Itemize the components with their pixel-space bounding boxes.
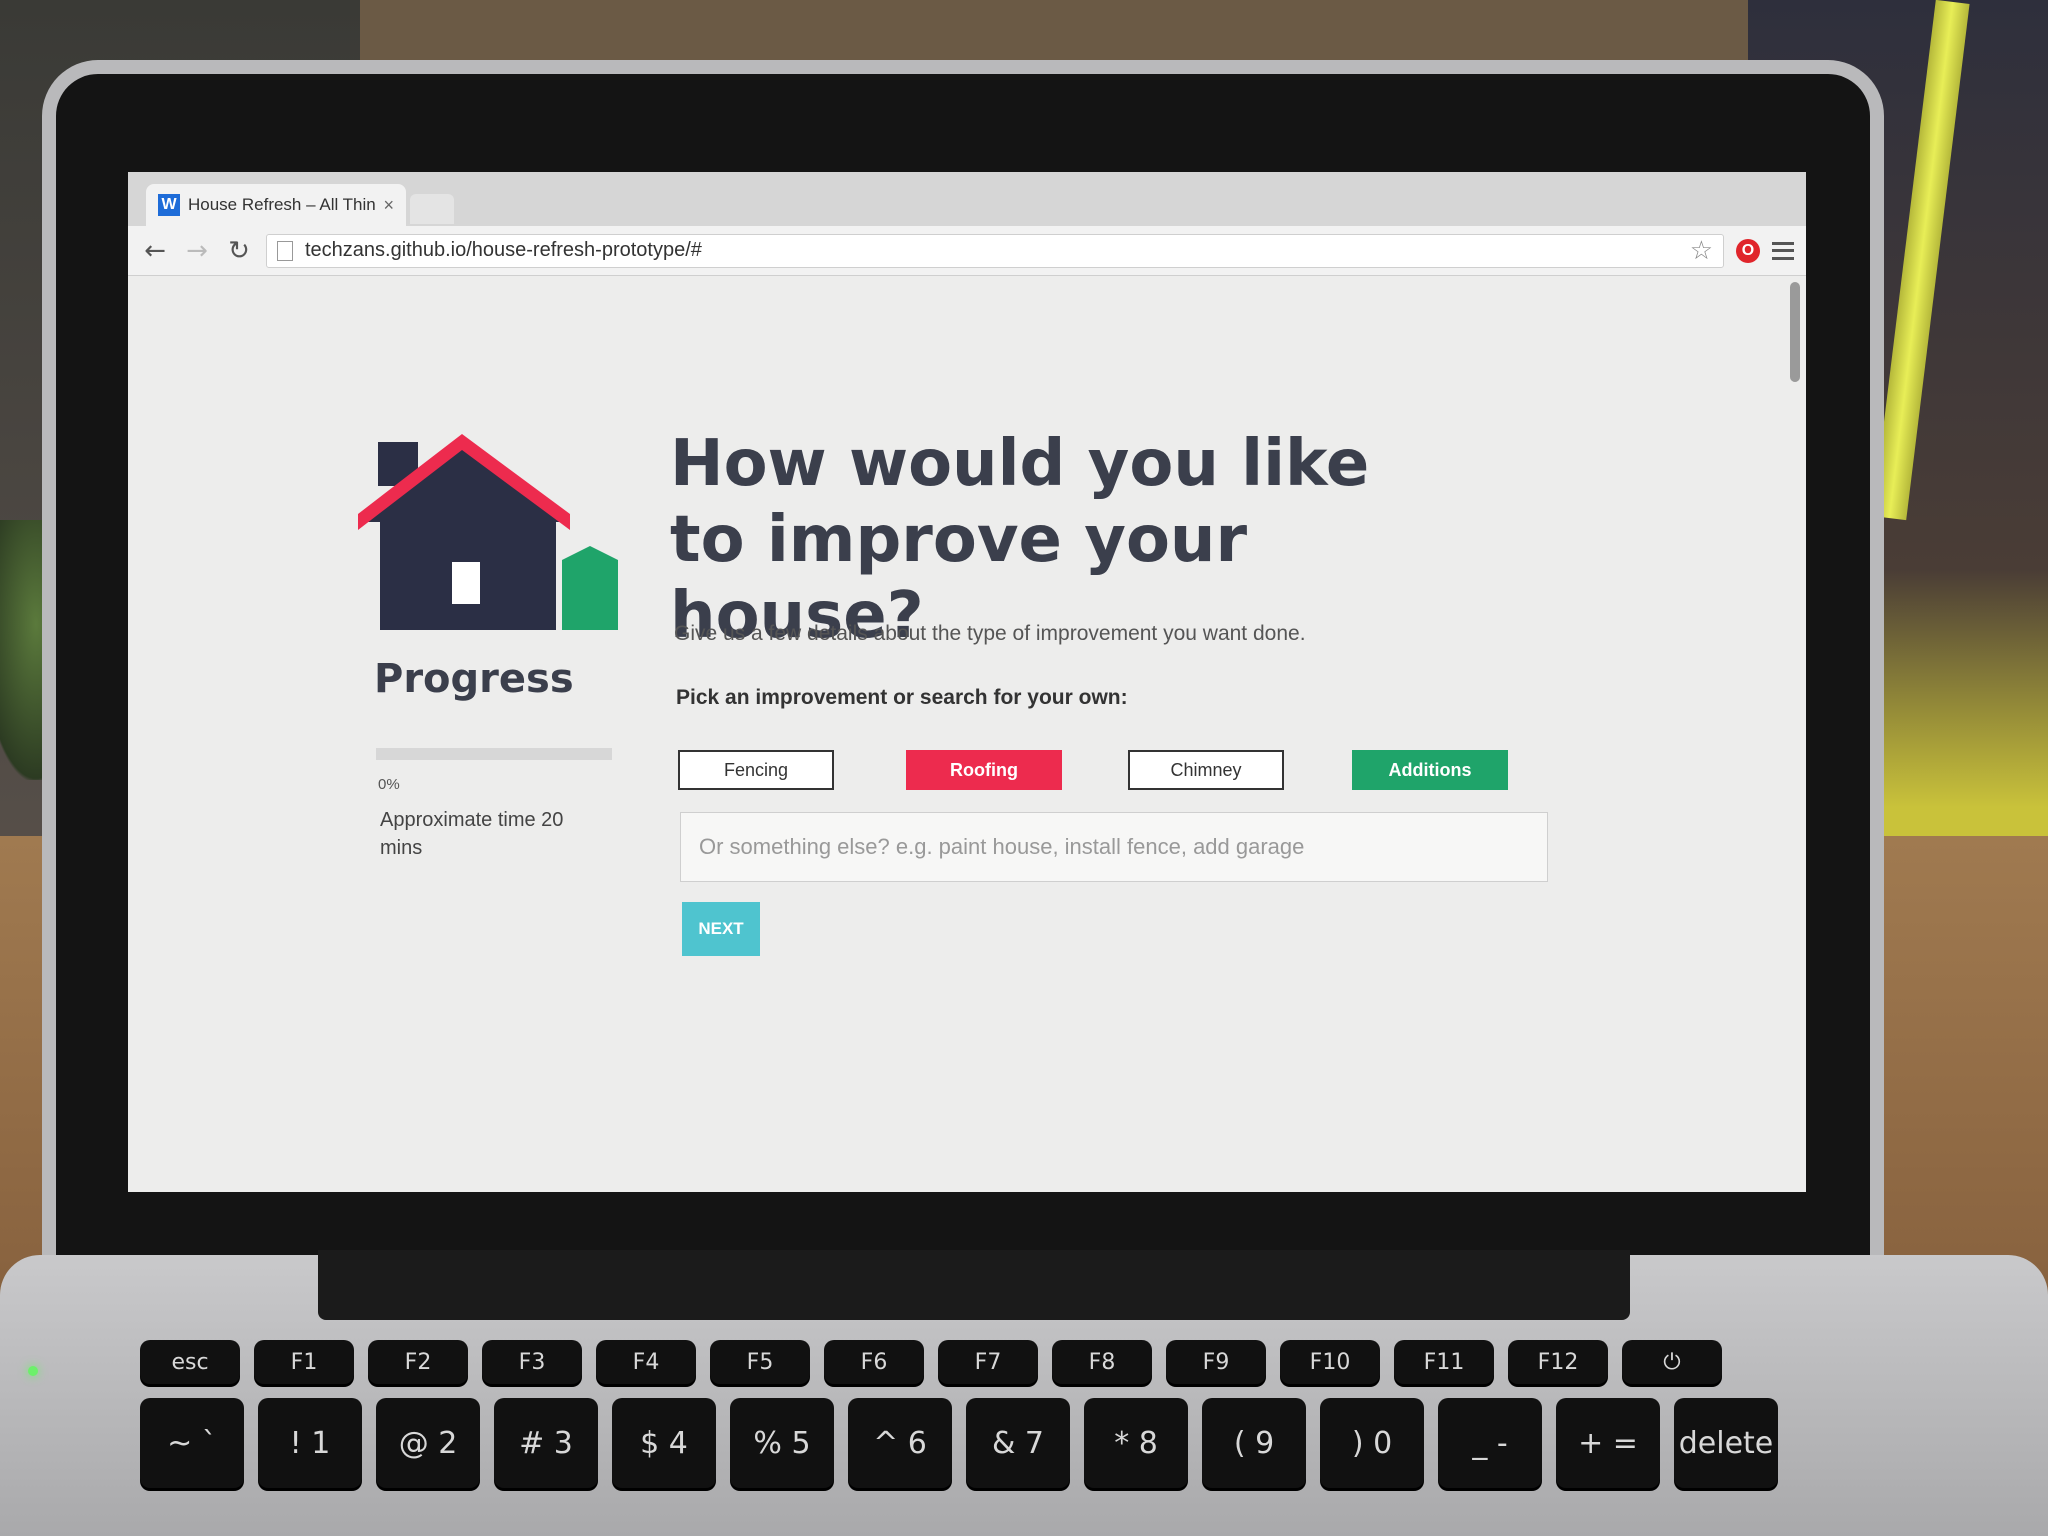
- option-fencing-button[interactable]: Fencing: [678, 750, 834, 790]
- key[interactable]: F12: [1508, 1340, 1608, 1384]
- bookmark-star-icon[interactable]: ☆: [1690, 235, 1713, 266]
- key[interactable]: F4: [596, 1340, 696, 1384]
- browser-tab[interactable]: W House Refresh – All Thing ×: [146, 184, 406, 226]
- key[interactable]: F9: [1166, 1340, 1266, 1384]
- pick-improvement-label: Pick an improvement or search for your o…: [676, 686, 1128, 709]
- power-key[interactable]: ⏻: [1622, 1340, 1722, 1384]
- page-subtitle: Give us a few details about the type of …: [674, 622, 1306, 645]
- next-button[interactable]: NEXT: [682, 902, 760, 956]
- close-tab-icon[interactable]: ×: [383, 195, 394, 216]
- new-tab-button[interactable]: [410, 194, 454, 224]
- key[interactable]: F7: [938, 1340, 1038, 1384]
- opera-extension-icon[interactable]: O: [1736, 238, 1760, 263]
- progress-bar: [376, 748, 612, 760]
- address-bar[interactable]: ☆: [266, 233, 1724, 268]
- browser-toolbar: ← → ↻ ☆ O: [128, 226, 1806, 276]
- key[interactable]: ( 9: [1202, 1398, 1306, 1488]
- option-roofing-button[interactable]: Roofing: [906, 750, 1062, 790]
- progress-title: Progress: [374, 656, 574, 702]
- favicon-icon: W: [158, 194, 180, 216]
- key[interactable]: * 8: [1084, 1398, 1188, 1488]
- keyboard: esc F1 F2 F3 F4 F5 F6 F7 F8 F9 F10 F11 F…: [140, 1340, 1910, 1536]
- key[interactable]: ^ 6: [848, 1398, 952, 1488]
- scrollbar[interactable]: [1790, 282, 1800, 382]
- key[interactable]: ! 1: [258, 1398, 362, 1488]
- option-additions-button[interactable]: Additions: [1352, 750, 1508, 790]
- reload-icon[interactable]: ↻: [224, 236, 254, 266]
- key[interactable]: F5: [710, 1340, 810, 1384]
- key[interactable]: % 5: [730, 1398, 834, 1488]
- key[interactable]: F8: [1052, 1340, 1152, 1384]
- page-content: Progress 0% Approximate time 20 mins How…: [128, 276, 1806, 1192]
- power-led: [28, 1366, 38, 1376]
- key[interactable]: F6: [824, 1340, 924, 1384]
- key[interactable]: & 7: [966, 1398, 1070, 1488]
- hamburger-menu-icon[interactable]: [1772, 241, 1794, 260]
- function-key-row: esc F1 F2 F3 F4 F5 F6 F7 F8 F9 F10 F11 F…: [140, 1340, 1910, 1384]
- browser-tab-bar: W House Refresh – All Thing ×: [128, 172, 1806, 226]
- key[interactable]: $ 4: [612, 1398, 716, 1488]
- back-arrow-icon[interactable]: ←: [140, 236, 170, 266]
- laptop-hinge: [318, 1250, 1630, 1320]
- key[interactable]: + =: [1556, 1398, 1660, 1488]
- key[interactable]: _ -: [1438, 1398, 1542, 1488]
- key[interactable]: F10: [1280, 1340, 1380, 1384]
- key[interactable]: F1: [254, 1340, 354, 1384]
- forward-arrow-icon[interactable]: →: [182, 236, 212, 266]
- page-title: How would you like to improve your house…: [670, 427, 1370, 653]
- key[interactable]: F11: [1394, 1340, 1494, 1384]
- key[interactable]: F2: [368, 1340, 468, 1384]
- key[interactable]: # 3: [494, 1398, 598, 1488]
- key[interactable]: F3: [482, 1340, 582, 1384]
- key[interactable]: ~ `: [140, 1398, 244, 1488]
- key[interactable]: esc: [140, 1340, 240, 1384]
- delete-key[interactable]: delete: [1674, 1398, 1778, 1488]
- progress-percent: 0%: [378, 776, 400, 793]
- page-icon: [277, 240, 293, 261]
- key[interactable]: @ 2: [376, 1398, 480, 1488]
- improvement-search-input[interactable]: [680, 812, 1548, 882]
- url-input[interactable]: [303, 238, 1680, 263]
- laptop-screen: W House Refresh – All Thing × ← → ↻ ☆ O …: [128, 172, 1806, 1192]
- key[interactable]: ) 0: [1320, 1398, 1424, 1488]
- house-logo-icon: [358, 434, 618, 630]
- approximate-time: Approximate time 20 mins: [380, 809, 564, 859]
- number-key-row: ~ ` ! 1 @ 2 # 3 $ 4 % 5 ^ 6 & 7 * 8 ( 9 …: [140, 1398, 1910, 1488]
- tab-title: House Refresh – All Thing: [188, 195, 376, 214]
- option-chimney-button[interactable]: Chimney: [1128, 750, 1284, 790]
